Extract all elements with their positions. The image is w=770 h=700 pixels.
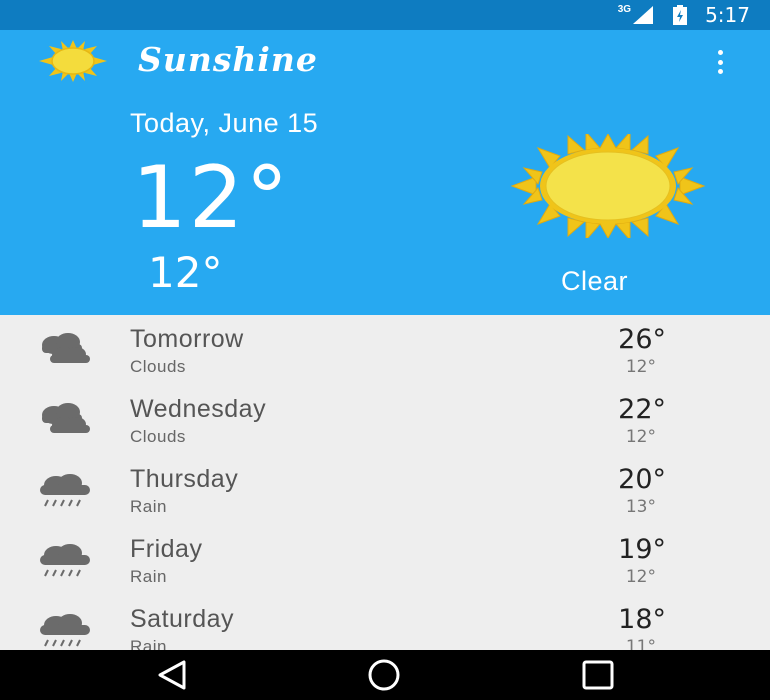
app-logo-sun-icon <box>39 40 107 82</box>
app-title: Sunshine <box>138 40 318 79</box>
recents-icon[interactable] <box>578 658 618 692</box>
forecast-row-saturday[interactable]: Saturday Rain 18° 11° <box>0 595 770 650</box>
forecast-row-friday[interactable]: Friday Rain 19° 12° <box>0 525 770 595</box>
rain-icon <box>40 544 90 577</box>
forecast-row-tomorrow[interactable]: Tomorrow Clouds 26° 12° <box>0 315 770 385</box>
forecast-high-temp: 20° <box>618 464 666 495</box>
today-date: Today, June 15 <box>130 108 319 138</box>
today-description: Clear <box>561 266 629 296</box>
cloud-icon <box>42 333 90 363</box>
forecast-day: Wednesday <box>130 395 267 423</box>
navigation-bar <box>0 650 770 700</box>
menu-dot-icon <box>717 50 723 55</box>
forecast-high-temp: 26° <box>618 324 666 355</box>
forecast-low-temp: 12° <box>625 357 656 377</box>
forecast-high-temp: 19° <box>618 534 666 565</box>
battery-charging-icon <box>673 5 688 25</box>
forecast-description: Clouds <box>130 357 186 376</box>
forecast-description: Rain <box>130 637 167 650</box>
today-high-temp: 12° <box>132 148 291 248</box>
forecast-low-temp: 12° <box>625 567 656 587</box>
forecast-list[interactable]: Tomorrow Clouds 26° 12° Wednesday Clouds… <box>0 315 770 650</box>
forecast-day: Friday <box>130 535 203 563</box>
forecast-description: Rain <box>130 567 167 586</box>
menu-dot-icon <box>717 69 723 74</box>
overflow-menu-button[interactable] <box>710 50 730 74</box>
cloud-icon <box>42 403 90 433</box>
forecast-low-temp: 11° <box>625 637 656 650</box>
forecast-row-thursday[interactable]: Thursday Rain 20° 13° <box>0 455 770 525</box>
forecast-high-temp: 22° <box>618 394 666 425</box>
forecast-day: Saturday <box>130 605 235 633</box>
home-icon[interactable] <box>364 658 404 692</box>
forecast-day: Tomorrow <box>130 325 244 353</box>
forecast-row-wednesday[interactable]: Wednesday Clouds 22° 12° <box>0 385 770 455</box>
sun-icon <box>510 134 706 238</box>
signal-icon <box>633 6 654 24</box>
forecast-day: Thursday <box>130 465 239 493</box>
back-icon[interactable] <box>152 658 192 692</box>
forecast-high-temp: 18° <box>618 604 666 635</box>
forecast-description: Clouds <box>130 427 186 446</box>
forecast-description: Rain <box>130 497 167 516</box>
clock: 5:17 <box>705 3 750 27</box>
forecast-low-temp: 13° <box>625 497 656 517</box>
today-panel[interactable]: Sunshine Today, June 15 12° 12° Clear <box>0 30 770 315</box>
app-screen: 3G 5:17 Sunshine Today, June 15 12° 12° … <box>0 0 770 700</box>
rain-icon <box>40 474 90 507</box>
status-bar: 3G 5:17 <box>0 0 770 30</box>
status-icons: 3G 5:17 <box>617 3 750 27</box>
today-low-temp: 12° <box>148 248 223 297</box>
rain-icon <box>40 614 90 647</box>
forecast-low-temp: 12° <box>625 427 656 447</box>
network-type-label: 3G <box>617 3 632 15</box>
menu-dot-icon <box>717 59 723 65</box>
